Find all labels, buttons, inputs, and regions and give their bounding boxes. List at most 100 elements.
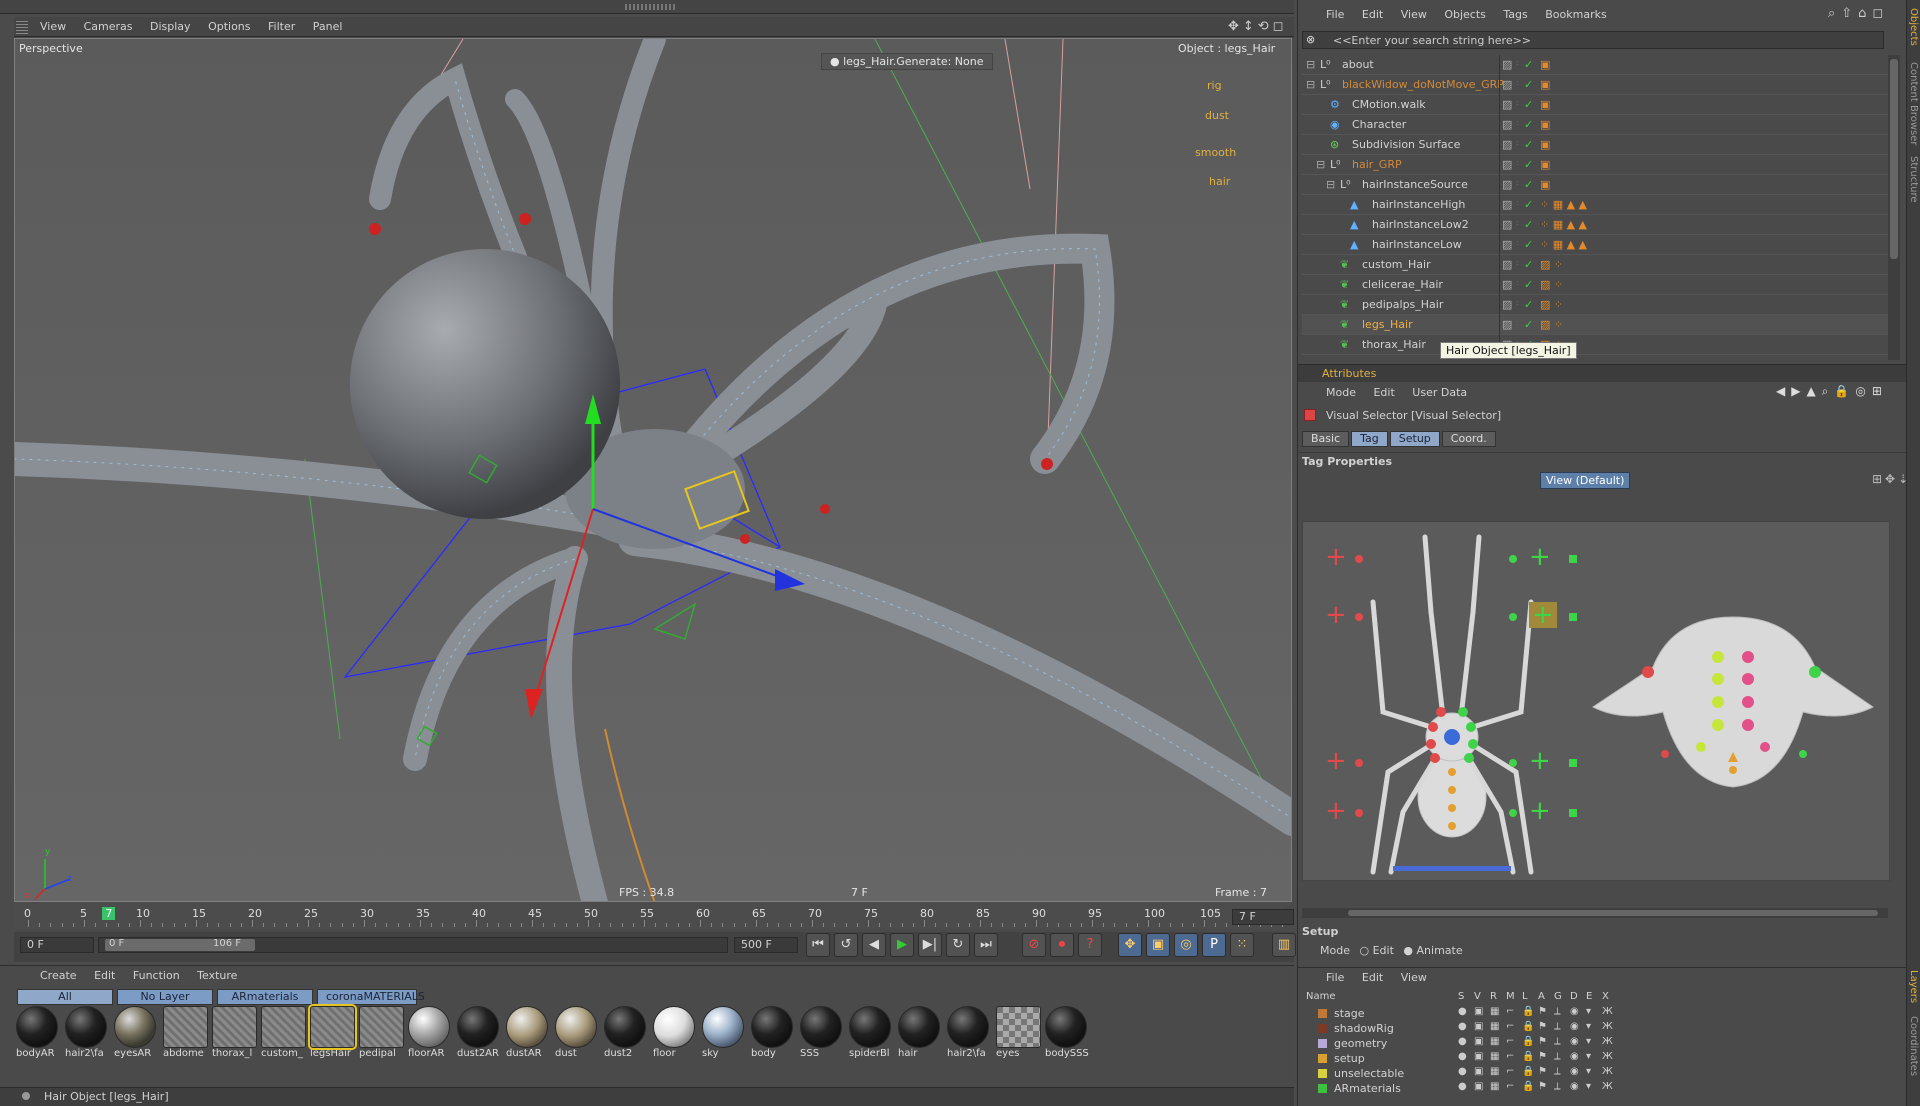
material-menu-texture[interactable]: Texture	[197, 969, 237, 982]
layer-toggle-icon[interactable]: ⌐	[1506, 1021, 1514, 1032]
material-item[interactable]: floor	[653, 1006, 698, 1066]
layer-toggle-icon[interactable]: ▦	[1490, 1021, 1499, 1032]
key-scale-icon[interactable]: ▣	[1146, 933, 1170, 957]
side-tab-layers[interactable]: Layers	[1908, 970, 1919, 1003]
visibility-dots-icon[interactable]: :	[1516, 138, 1519, 147]
start-frame-field[interactable]: 0 F	[20, 937, 94, 953]
material-item[interactable]: sky	[702, 1006, 747, 1066]
layer-toggle-icon[interactable]: ⚑	[1538, 1006, 1547, 1017]
object-row[interactable]: ⊛ Subdivision Surface ▨: ✓ ▣	[1302, 135, 1888, 155]
layer-menu-file[interactable]: File	[1326, 971, 1344, 984]
layer-color-swatch[interactable]	[1318, 1009, 1327, 1018]
timeline-window-icon[interactable]: ▥	[1272, 933, 1296, 957]
layer-row[interactable]: stage ● ▣ ▦ ⌐ 🔒 ⚑ ⟂ ◉ ▾ Ж	[1302, 1006, 1888, 1021]
selector-dot-icon[interactable]	[1355, 555, 1363, 563]
selector-dot-icon[interactable]	[1355, 759, 1363, 767]
layer-toggle-icon[interactable]: ⌐	[1506, 1051, 1514, 1062]
layer-toggle-icon[interactable]: ◉	[1570, 1036, 1579, 1047]
material-item[interactable]: eyesAR	[114, 1006, 159, 1066]
layer-toggle-icon[interactable]: ▣	[1474, 1081, 1483, 1092]
layer-color-icon[interactable]: ▨	[1502, 58, 1512, 71]
layer-toggle-icon[interactable]: ▾	[1586, 1051, 1591, 1062]
layer-column-x[interactable]: X	[1602, 991, 1609, 1002]
enabled-check-icon[interactable]: ✓	[1524, 298, 1533, 311]
material-item[interactable]: spiderBl	[849, 1006, 894, 1066]
layer-toggle-icon[interactable]: ⌐	[1506, 1066, 1514, 1077]
layer-color-icon[interactable]: ▨	[1502, 158, 1512, 171]
layer-toggle-icon[interactable]: ▣	[1474, 1066, 1483, 1077]
timeline-playhead[interactable]: 7	[102, 907, 116, 920]
view-default-button[interactable]: View (Default)	[1540, 472, 1631, 489]
viewport-grip-icon[interactable]	[16, 20, 28, 34]
selector-plus-icon[interactable]: +	[1529, 544, 1551, 570]
layer-color-icon[interactable]: ▨	[1502, 118, 1512, 131]
enabled-check-icon[interactable]: ✓	[1524, 218, 1533, 231]
selector-plus-icon[interactable]: +	[1325, 748, 1347, 774]
tag-icons[interactable]: ▣	[1540, 98, 1550, 111]
layer-toggle-icon[interactable]: ⟂	[1554, 1051, 1561, 1062]
visibility-dots-icon[interactable]: :	[1516, 298, 1519, 307]
material-item[interactable]: thorax_l	[212, 1006, 257, 1066]
layer-color-icon[interactable]: ▨	[1502, 258, 1512, 271]
step-back-icon[interactable]: ◀	[862, 933, 886, 957]
object-row[interactable]: ⚙ CMotion.walk ▨: ✓ ▣	[1302, 95, 1888, 115]
viewport-resize-handle[interactable]	[625, 4, 675, 10]
goto-start-icon[interactable]: ⏮	[806, 933, 830, 957]
layer-row[interactable]: unselectable ● ▣ ▦ ⌐ 🔒 ⚑ ⟂ ◉ ▾ Ж	[1302, 1066, 1888, 1081]
tag-icons[interactable]: ▣	[1540, 118, 1550, 131]
attr-menu-edit[interactable]: Edit	[1373, 386, 1394, 399]
layer-color-icon[interactable]: ▨	[1502, 218, 1512, 231]
layer-toggle-icon[interactable]: ▣	[1474, 1021, 1483, 1032]
layer-color-swatch[interactable]	[1318, 1084, 1327, 1093]
attr-nav-icons[interactable]: ◀▶▲⌕🔒◎⊞	[1776, 384, 1888, 399]
side-tab-objects[interactable]: Objects	[1908, 8, 1919, 46]
layer-toggle-icon[interactable]: ⟂	[1554, 1036, 1561, 1047]
layer-toggle-icon[interactable]: Ж	[1602, 1036, 1613, 1047]
layer-toggle-icon[interactable]: ◉	[1570, 1006, 1579, 1017]
material-menu-edit[interactable]: Edit	[94, 969, 115, 982]
om-menu-tags[interactable]: Tags	[1503, 8, 1527, 21]
layer-toggle-icon[interactable]: ●	[1458, 1036, 1467, 1047]
selector-dot-icon[interactable]	[1509, 809, 1517, 817]
enabled-check-icon[interactable]: ✓	[1524, 258, 1533, 271]
visibility-dots-icon[interactable]: :	[1516, 198, 1519, 207]
layer-column-g[interactable]: G	[1554, 991, 1562, 1002]
selector-plus-icon[interactable]: +	[1529, 602, 1557, 628]
object-row[interactable]: ▲ hairInstanceHigh ▨: ✓ ⁘ ▦ ▲ ▲	[1302, 195, 1888, 215]
layer-color-icon[interactable]: ▨	[1502, 78, 1512, 91]
layer-toggle-icon[interactable]: ⚑	[1538, 1021, 1547, 1032]
visibility-dots-icon[interactable]: :	[1516, 218, 1519, 227]
search-clear-icon[interactable]: ⊗	[1306, 33, 1315, 46]
object-row[interactable]: ⊟ L⁰ hairInstanceSource ▨: ✓ ▣	[1302, 175, 1888, 195]
expand-toggle-icon[interactable]: ⊟	[1306, 58, 1315, 71]
layer-color-icon[interactable]: ▨	[1502, 238, 1512, 251]
om-toolbar-icons[interactable]: ⌕⇧⌂◻	[1828, 6, 1889, 21]
layer-toggle-icon[interactable]: ◉	[1570, 1081, 1579, 1092]
object-row[interactable]: ⊟ L⁰ hair_GRP ▨: ✓ ▣	[1302, 155, 1888, 175]
layer-toggle-icon[interactable]: ●	[1458, 1066, 1467, 1077]
layer-toggle-icon[interactable]: ▣	[1474, 1051, 1483, 1062]
material-item[interactable]: eyes	[996, 1006, 1041, 1066]
attr-tab-tag[interactable]: Tag	[1351, 431, 1388, 447]
om-menu-file[interactable]: File	[1326, 8, 1344, 21]
side-tab-content-browser[interactable]: Content Browser	[1908, 62, 1919, 145]
selector-square-icon[interactable]	[1569, 809, 1577, 817]
visibility-dots-icon[interactable]: :	[1516, 278, 1519, 287]
layer-color-icon[interactable]: ▨	[1502, 178, 1512, 191]
next-key-icon[interactable]: ↻	[946, 933, 970, 957]
layer-column-s[interactable]: S	[1458, 991, 1464, 1002]
object-row[interactable]: ▲ hairInstanceLow ▨: ✓ ⁘ ▦ ▲ ▲	[1302, 235, 1888, 255]
material-item[interactable]: hair	[898, 1006, 943, 1066]
material-item[interactable]: legsHair	[308, 1004, 357, 1066]
selector-plus-icon[interactable]: +	[1325, 544, 1347, 570]
tag-dust[interactable]: dust	[1205, 109, 1229, 122]
visibility-dots-icon[interactable]: :	[1516, 258, 1519, 267]
layer-toggle-icon[interactable]: ⚑	[1538, 1051, 1547, 1062]
layer-toggle-icon[interactable]: Ж	[1602, 1006, 1613, 1017]
layer-toggle-icon[interactable]: ◉	[1570, 1051, 1579, 1062]
layer-row[interactable]: geometry ● ▣ ▦ ⌐ 🔒 ⚑ ⟂ ◉ ▾ Ж	[1302, 1036, 1888, 1051]
layer-toggle-icon[interactable]: ⌐	[1506, 1036, 1514, 1047]
attr-h-scrollbar[interactable]	[1302, 908, 1888, 918]
selector-dot-icon[interactable]	[1355, 809, 1363, 817]
layer-toggle-icon[interactable]: ▾	[1586, 1066, 1591, 1077]
